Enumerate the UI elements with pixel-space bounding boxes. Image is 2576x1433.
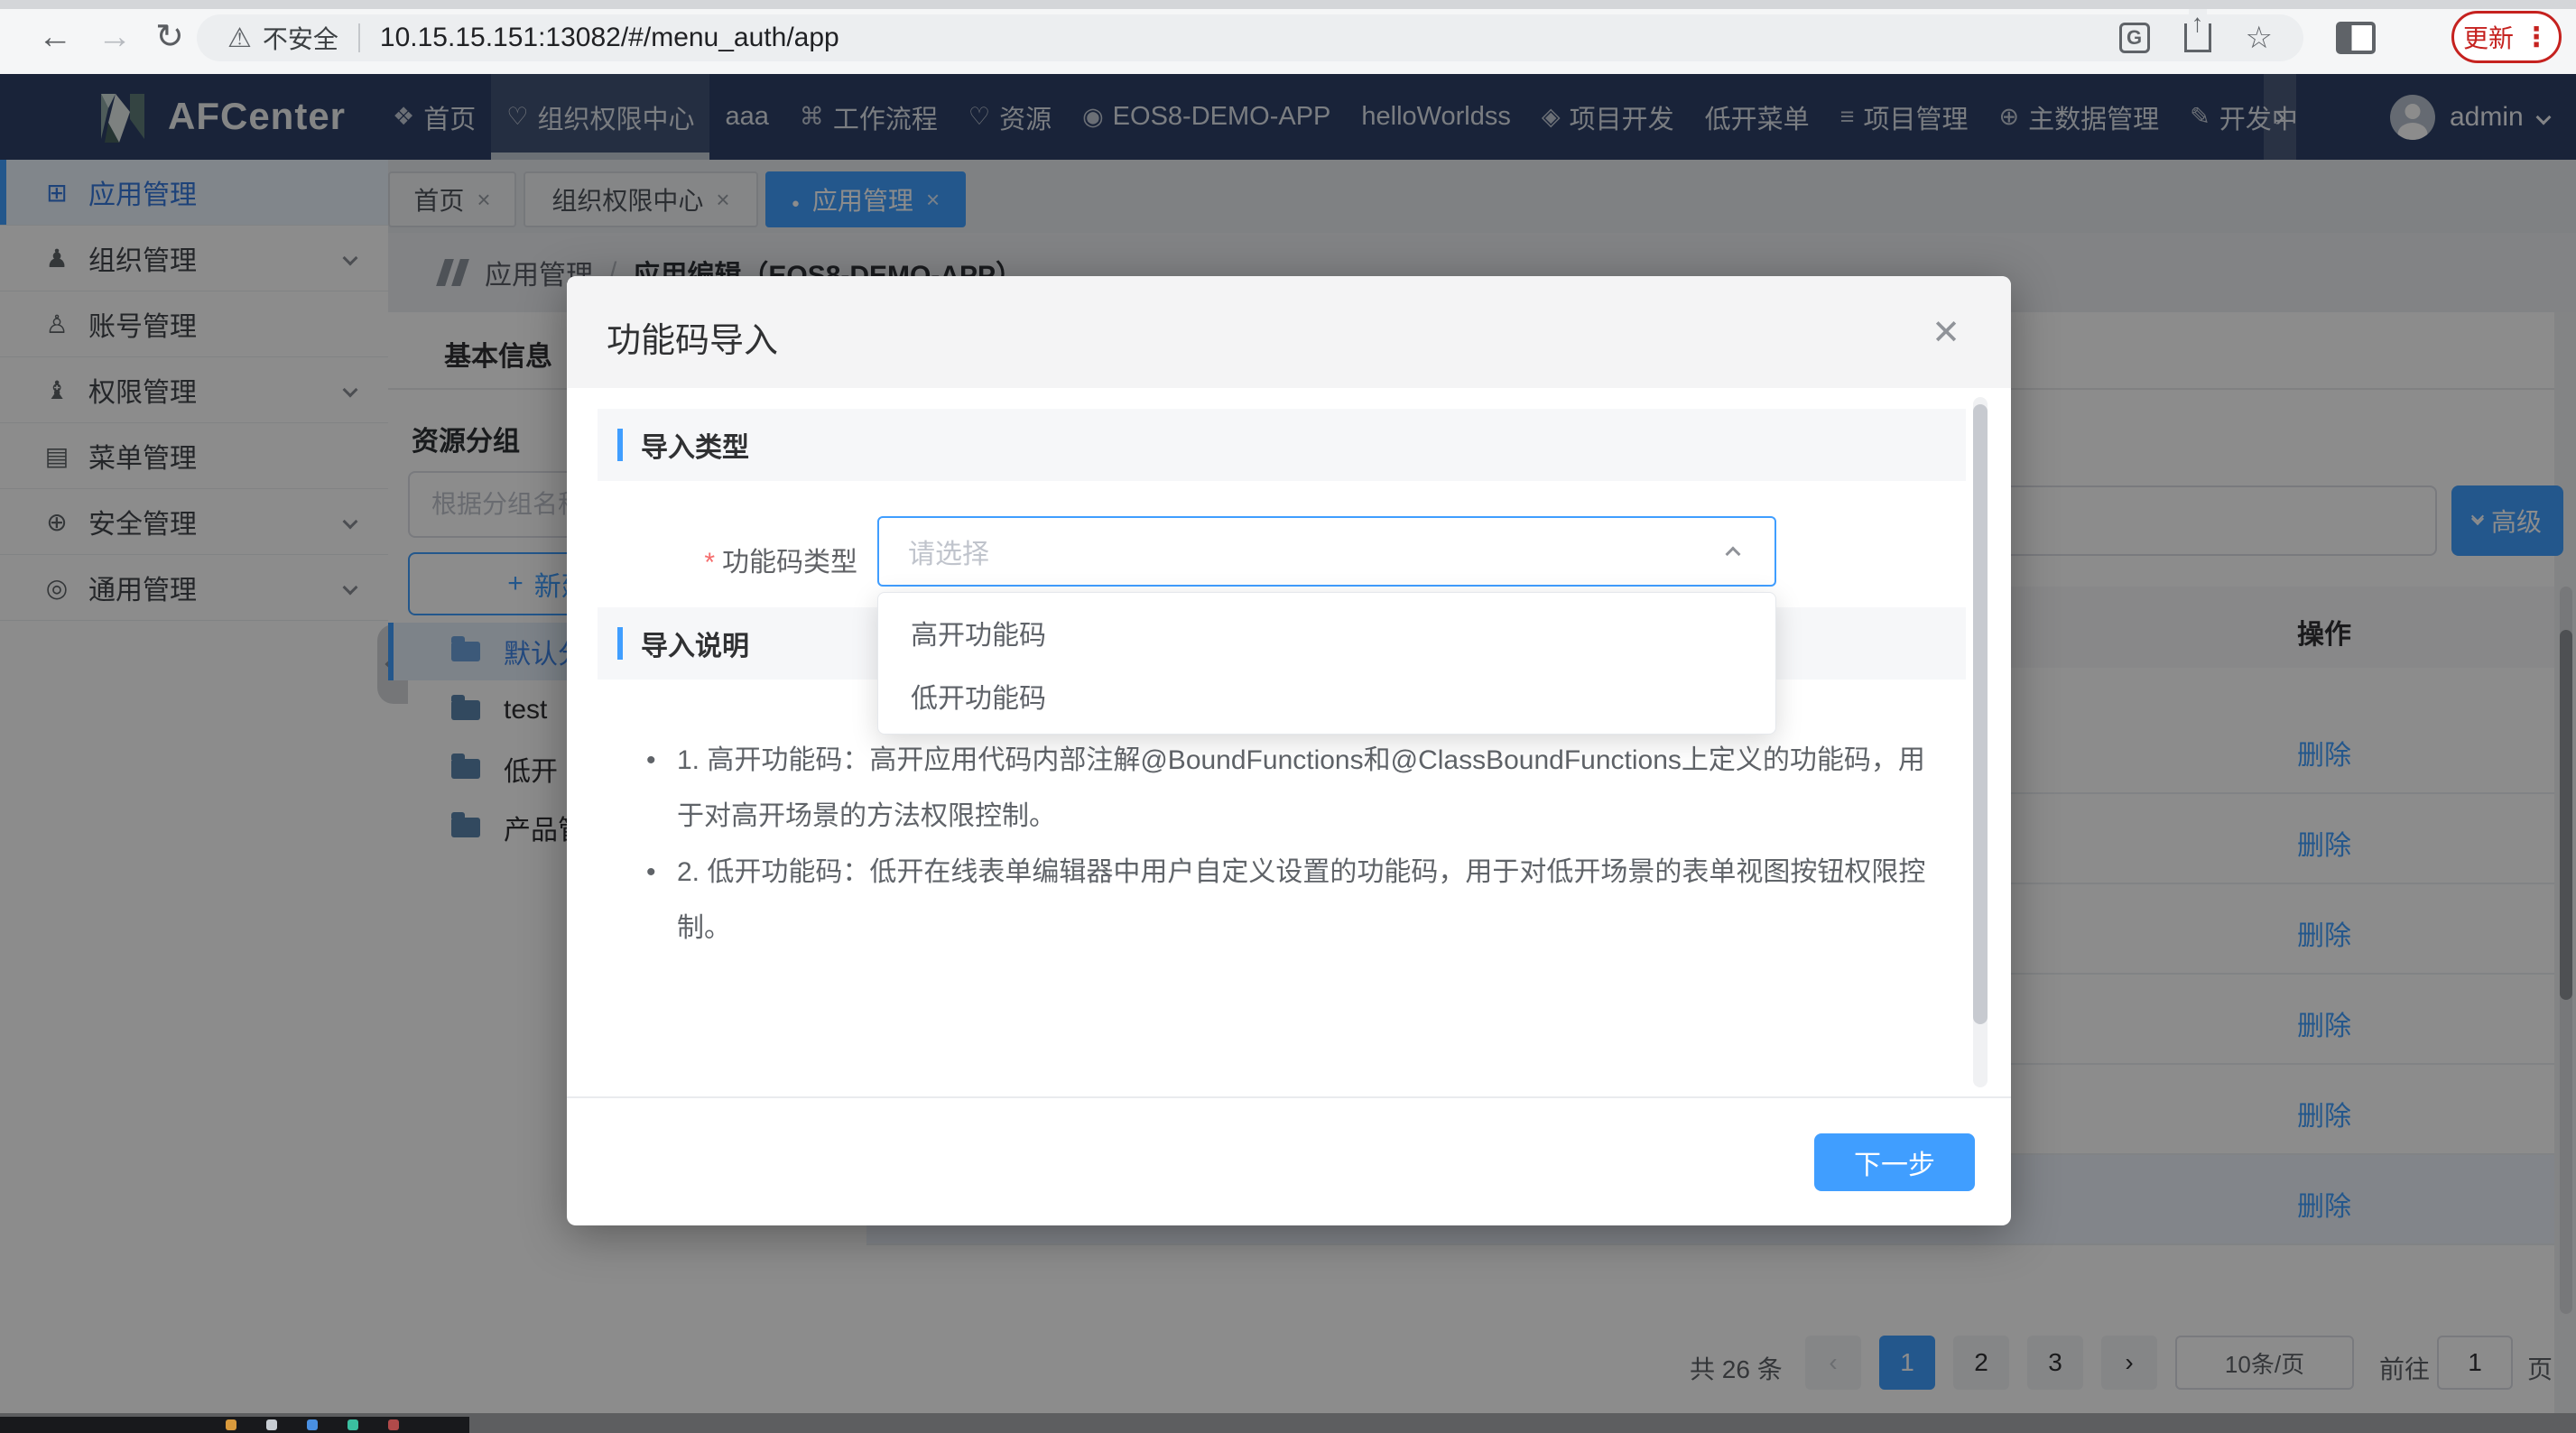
warning-icon — [227, 23, 252, 54]
dock-bar — [0, 1417, 469, 1433]
dock-app-icon[interactable] — [388, 1419, 399, 1430]
note-line: 2. 低开功能码：低开在线表单编辑器中用户自定义设置的功能码，用于对低开场景的表… — [632, 845, 1959, 901]
browser-menu-icon[interactable] — [2523, 22, 2550, 53]
modal-close-icon[interactable] — [1932, 312, 1960, 353]
import-notes: 1. 高开功能码：高开应用代码内部注解@BoundFunctions和@Clas… — [632, 733, 1959, 957]
chevron-up-icon — [1726, 547, 1741, 562]
dock-app-icon[interactable] — [307, 1419, 318, 1430]
reload-icon[interactable] — [155, 18, 184, 56]
dock-app-icon[interactable] — [347, 1419, 358, 1430]
dock-app-icon[interactable] — [226, 1419, 236, 1430]
note-line: 制。 — [632, 901, 1959, 957]
forward-icon[interactable] — [97, 18, 132, 56]
footer-divider — [567, 1096, 2011, 1098]
option-low-code[interactable]: 低开功能码 — [878, 664, 1775, 727]
select-dropdown: 高开功能码 低开功能码 — [877, 592, 1776, 735]
screen: 不安全 10.15.15.151:13082/#/menu_auth/app G… — [0, 0, 2576, 1433]
browser-toolbar: 不安全 10.15.15.151:13082/#/menu_auth/app G… — [0, 0, 2576, 74]
dialog-title: 功能码导入 — [607, 312, 778, 362]
bookmark-star-icon[interactable] — [2246, 20, 2273, 56]
dialog-header — [567, 276, 2011, 388]
section-import-type: 导入类型 — [598, 409, 1966, 481]
required-mark: * — [704, 548, 715, 578]
update-label: 更新 — [2463, 19, 2514, 55]
back-icon[interactable] — [38, 18, 72, 56]
next-step-button[interactable]: 下一步 — [1814, 1133, 1975, 1191]
function-code-import-dialog: 功能码导入 导入类型 *功能码类型 请选择 导入说明 高开功能码 低开功能码 1… — [567, 276, 2011, 1225]
side-panel-icon[interactable] — [2336, 22, 2376, 54]
share-icon[interactable] — [2184, 23, 2211, 52]
security-label[interactable]: 不安全 — [263, 20, 338, 56]
modal-scrollbar-thumb[interactable] — [1973, 404, 1988, 1024]
translate-icon[interactable]: G — [2119, 23, 2150, 53]
option-high-code[interactable]: 高开功能码 — [878, 601, 1775, 664]
note-line: 1. 高开功能码：高开应用代码内部注解@BoundFunctions和@Clas… — [632, 733, 1959, 789]
window-frame — [0, 0, 2576, 9]
url-text[interactable]: 10.15.15.151:13082/#/menu_auth/app — [380, 23, 839, 53]
dock-app-icon[interactable] — [266, 1419, 277, 1430]
section-accent-bar — [617, 627, 623, 660]
address-bar[interactable]: 不安全 10.15.15.151:13082/#/menu_auth/app G — [197, 14, 2303, 61]
section-accent-bar — [617, 429, 623, 461]
select-placeholder: 请选择 — [908, 532, 989, 571]
function-code-type-select[interactable]: 请选择 — [877, 516, 1776, 587]
update-button[interactable]: 更新 — [2451, 11, 2562, 63]
field-label: *功能码类型 — [567, 540, 857, 579]
divider — [358, 23, 360, 52]
note-line: 于对高开场景的方法权限控制。 — [632, 789, 1959, 845]
